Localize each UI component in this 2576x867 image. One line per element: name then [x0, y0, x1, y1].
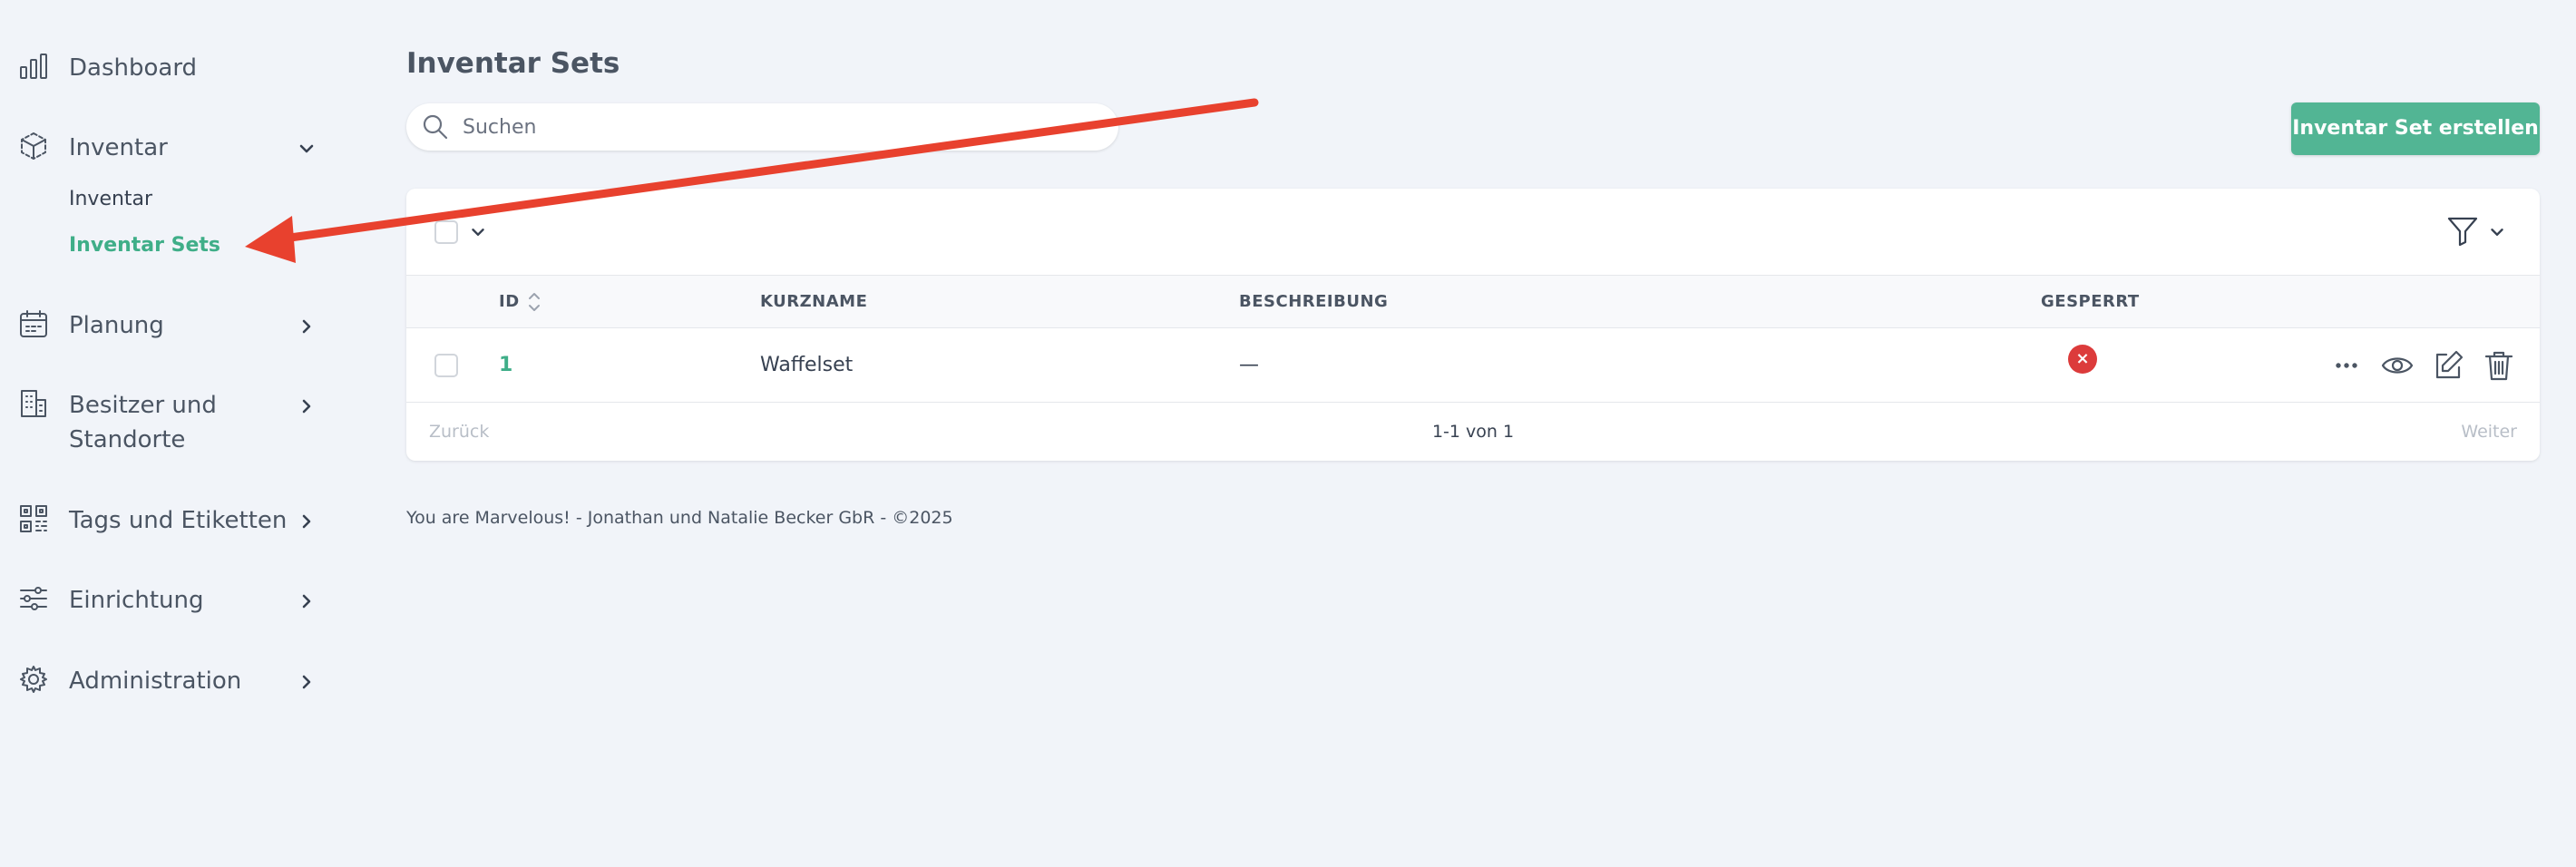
select-all-checkbox[interactable] [434, 220, 458, 244]
sidebar-subitem-inventar[interactable]: Inventar [69, 186, 152, 213]
row-kurzname: Waffelset [760, 354, 854, 376]
footer-text: You are Marvelous! - Jonathan und Natali… [406, 508, 953, 528]
qr-code-icon [18, 503, 49, 534]
calendar-icon [18, 308, 49, 339]
sidebar-item-label: Administration [69, 667, 242, 695]
row-beschreibung: — [1239, 354, 1259, 376]
cube-icon [18, 131, 49, 161]
pagination-next-button[interactable]: Weiter [2461, 403, 2517, 461]
chevron-right-icon[interactable] [296, 395, 317, 417]
chevron-right-icon[interactable] [296, 316, 317, 337]
pagination: Zurück 1-1 von 1 Weiter [406, 403, 2540, 461]
create-inventar-set-button[interactable]: Inventar Set erstellen [2291, 102, 2540, 155]
sidebar-item-label-line1: Besitzer und [69, 392, 217, 419]
column-header-gesperrt: GESPERRT [2041, 292, 2140, 311]
chevron-down-icon[interactable] [2487, 222, 2507, 246]
sidebar-subitem-inventar-sets[interactable]: Inventar Sets [69, 232, 220, 259]
column-header-kurzname: KURZNAME [760, 292, 868, 311]
chevron-down-icon[interactable] [468, 222, 488, 246]
sidebar-item-label: Planung [69, 312, 164, 339]
row-id-link[interactable]: 1 [499, 328, 512, 403]
sidebar-item-label-line2: Standorte [69, 426, 186, 453]
page-title: Inventar Sets [406, 47, 620, 80]
chevron-right-icon[interactable] [296, 671, 317, 693]
bar-chart-icon [18, 51, 49, 82]
table-row: 1 Waffelset — × [406, 328, 2540, 403]
view-eye-icon[interactable] [2380, 348, 2415, 383]
delete-trash-icon[interactable] [2482, 348, 2516, 383]
chevron-right-icon[interactable] [296, 590, 317, 612]
inventar-sets-table-card: ID KURZNAME BESCHREIBUNG GESPERRT 1 Waff… [406, 189, 2540, 461]
search-icon [421, 112, 450, 141]
sort-icon[interactable] [526, 290, 542, 314]
edit-pencil-icon[interactable] [2431, 348, 2465, 383]
pagination-info: 1-1 von 1 [1431, 422, 1515, 442]
column-header-beschreibung: BESCHREIBUNG [1239, 292, 1389, 311]
sidebar-item-label: Inventar [69, 134, 168, 161]
column-header-id[interactable]: ID [499, 276, 520, 328]
chevron-down-icon[interactable] [296, 138, 317, 160]
table-header: ID KURZNAME BESCHREIBUNG GESPERRT [406, 276, 2540, 328]
table-toolbar [406, 189, 2540, 276]
cog-icon [18, 664, 49, 695]
sidebar-item-label: Einrichtung [69, 587, 204, 614]
row-checkbox[interactable] [434, 354, 458, 377]
search-input[interactable] [463, 111, 1098, 143]
more-options-icon[interactable] [2329, 348, 2364, 383]
sidebar: Dashboard Inventar Inventar Inventar Set… [0, 0, 363, 867]
sidebar-item-label: Dashboard [69, 54, 198, 82]
building-icon [18, 388, 49, 419]
search-box[interactable] [406, 103, 1118, 151]
chevron-right-icon[interactable] [296, 511, 317, 532]
locked-status-icon: × [2068, 345, 2097, 374]
filter-icon[interactable] [2445, 214, 2480, 248]
sidebar-item-label: Tags und Etiketten [69, 507, 288, 534]
sliders-icon [18, 583, 49, 614]
